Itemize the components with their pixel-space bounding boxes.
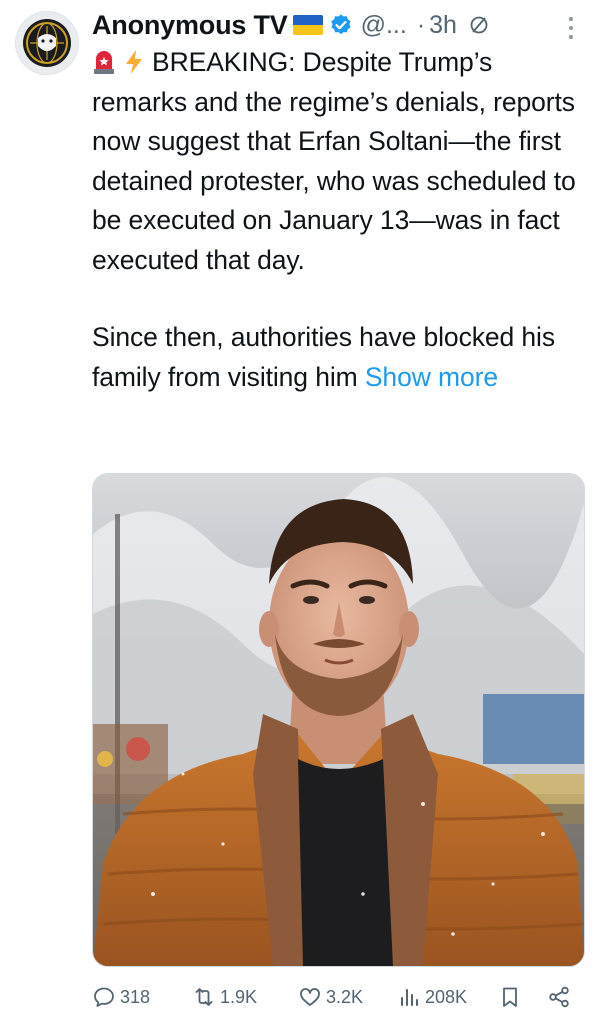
like-button[interactable]: 3.2K — [298, 980, 363, 1014]
repost-button[interactable]: 1.9K — [192, 980, 257, 1014]
tweet-header: Anonymous TV @... · 3h — [92, 6, 489, 44]
siren-icon — [94, 51, 114, 74]
tweet-paragraph-1-text: BREAKING: Despite Trump’s remarks and th… — [92, 47, 576, 275]
avatar[interactable] — [16, 12, 78, 74]
tweet: Anonymous TV @... · 3h BREAKING: Despite… — [0, 0, 601, 1024]
view-count: 208K — [425, 986, 468, 1007]
views-icon — [401, 989, 418, 1006]
reply-icon — [94, 987, 114, 1007]
share-icon — [549, 986, 569, 1008]
lightning-icon — [126, 50, 142, 74]
views-button[interactable]: 208K — [397, 980, 467, 1014]
repost-icon — [195, 988, 213, 1006]
tweet-text: BREAKING: Despite Trump’s remarks and th… — [92, 43, 592, 397]
anonymous-mask-logo-icon — [16, 12, 78, 74]
tweet-paragraph-2: Since then, authorities have blocked his… — [92, 318, 592, 397]
display-name[interactable]: Anonymous TV — [92, 10, 288, 41]
share-button[interactable] — [547, 980, 571, 1014]
reply-count: 318 — [120, 986, 151, 1007]
ukraine-flag-icon — [292, 15, 323, 35]
tweet-paragraph-1: BREAKING: Despite Trump’s remarks and th… — [92, 43, 592, 280]
like-icon — [300, 988, 320, 1006]
bookmark-button[interactable] — [498, 980, 522, 1014]
like-count: 3.2K — [326, 986, 364, 1007]
separator-dot: · — [416, 10, 426, 39]
reply-button[interactable]: 318 — [92, 980, 150, 1014]
timestamp[interactable]: 3h — [429, 11, 457, 40]
show-more-link[interactable]: Show more — [365, 362, 498, 392]
verified-icon — [330, 14, 351, 35]
bookmark-icon — [503, 987, 517, 1007]
repost-count: 1.9K — [220, 986, 258, 1007]
no-sign-icon — [470, 16, 488, 34]
more-options-icon[interactable] — [564, 14, 578, 42]
photo-man-in-orange-jacket — [93, 474, 584, 966]
handle[interactable]: @... — [361, 11, 407, 40]
action-bar: 318 1.9K 3.2K 208K — [92, 980, 582, 1014]
tweet-photo[interactable] — [92, 473, 585, 967]
